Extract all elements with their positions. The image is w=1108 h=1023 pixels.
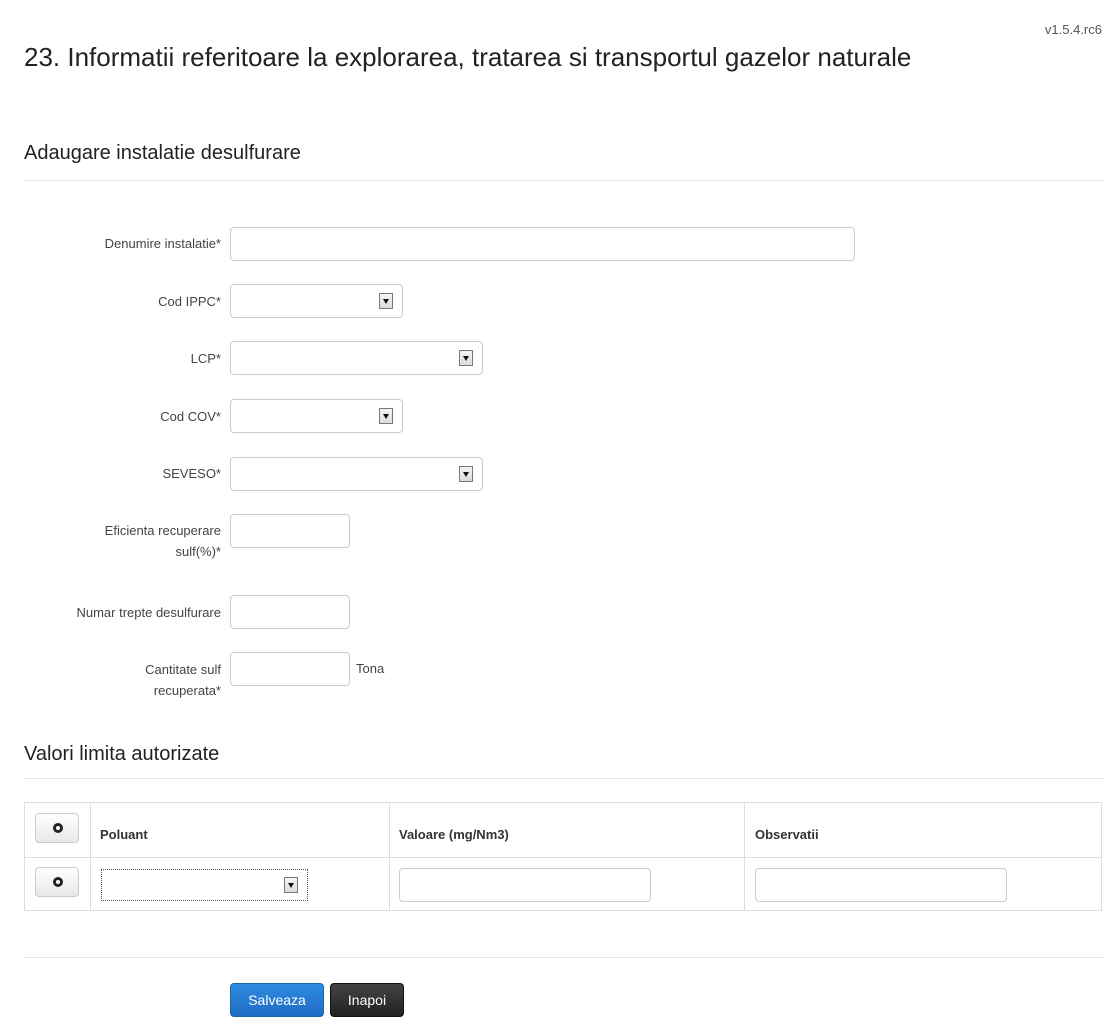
lcp-select[interactable]	[230, 341, 483, 375]
cod-ippc-select[interactable]	[230, 284, 403, 318]
eficienta-input[interactable]	[230, 514, 350, 548]
cantitate-label-line2: recuperata*	[153, 683, 221, 698]
numar-trepte-input[interactable]	[230, 595, 350, 629]
eficienta-label: Eficienta recuperare sulf(%)*	[24, 520, 221, 562]
header-valoare: Valoare (mg/Nm3)	[399, 827, 509, 842]
denumire-input[interactable]	[230, 227, 855, 261]
version-label: v1.5.4.rc6	[1044, 22, 1102, 37]
divider	[24, 957, 1104, 958]
save-button[interactable]: Salveaza	[230, 983, 324, 1017]
divider	[24, 778, 1104, 779]
row-divider	[25, 857, 1101, 858]
chevron-down-icon	[459, 350, 473, 366]
numar-trepte-label: Numar trepte desulfurare	[76, 605, 221, 620]
lcp-label: LCP*	[190, 351, 221, 366]
cantitate-label-line1: Cantitate sulf	[145, 662, 221, 677]
cod-cov-select[interactable]	[230, 399, 403, 433]
section-title-valori: Valori limita autorizate	[24, 743, 220, 765]
chevron-down-icon	[459, 466, 473, 482]
section-title-instalatie: Adaugare instalatie desulfurare	[24, 142, 301, 164]
eficienta-label-line2: sulf(%)*	[175, 544, 221, 559]
header-observatii: Observatii	[755, 827, 819, 842]
remove-row-button[interactable]	[35, 867, 79, 897]
chevron-down-icon	[284, 877, 298, 893]
eficienta-label-line1: Eficienta recuperare	[104, 523, 221, 538]
back-button[interactable]: Inapoi	[330, 983, 404, 1017]
cantitate-input[interactable]	[230, 652, 350, 686]
chevron-down-icon	[379, 293, 393, 309]
page-title: 23. Informatii referitoare la explorarea…	[24, 42, 912, 72]
poluant-select[interactable]	[101, 869, 308, 901]
divider	[24, 180, 1104, 181]
chevron-down-icon	[379, 408, 393, 424]
minus-circle-icon	[53, 877, 63, 887]
denumire-label: Denumire instalatie*	[104, 236, 221, 251]
valori-table: Poluant Valoare (mg/Nm3) Observatii	[24, 802, 1102, 911]
cantitate-unit: Tona	[356, 661, 385, 676]
seveso-label: SEVESO*	[162, 466, 221, 481]
cantitate-label: Cantitate sulf recuperata*	[24, 659, 221, 701]
header-poluant: Poluant	[100, 827, 148, 842]
page: v1.5.4.rc6 23. Informatii referitoare la…	[0, 0, 1108, 1023]
seveso-select[interactable]	[230, 457, 483, 491]
valoare-input[interactable]	[399, 868, 651, 902]
observatii-input[interactable]	[755, 868, 1007, 902]
plus-circle-icon	[53, 823, 63, 833]
add-row-button[interactable]	[35, 813, 79, 843]
cod-ippc-label: Cod IPPC*	[158, 294, 221, 309]
cod-cov-label: Cod COV*	[160, 409, 221, 424]
